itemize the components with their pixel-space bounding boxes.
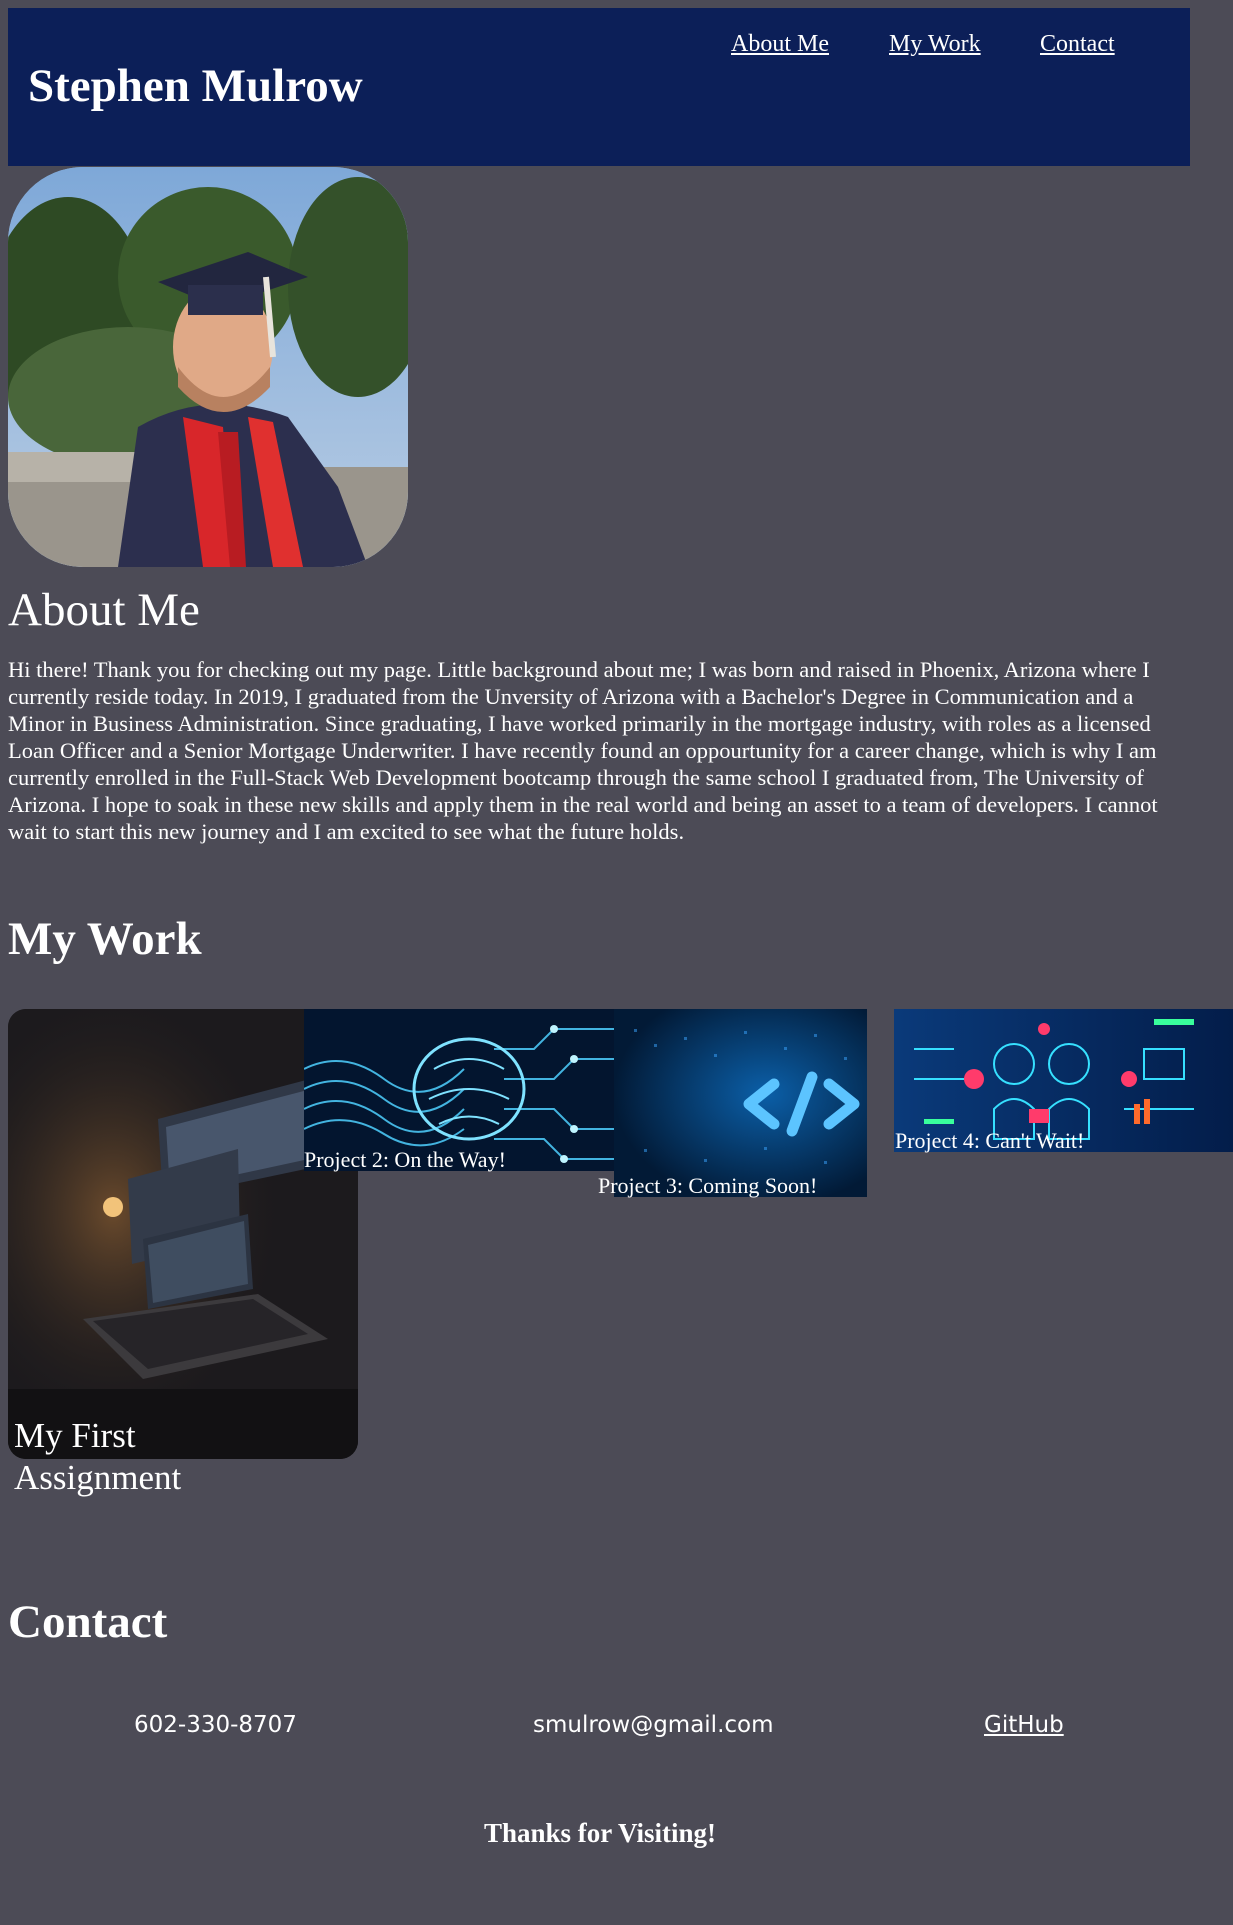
site-header: Stephen Mulrow About Me My Work Contact bbox=[8, 8, 1190, 166]
coding-image bbox=[614, 1009, 867, 1197]
about-heading: About Me bbox=[8, 584, 200, 636]
project-card-3[interactable]: Project 3: Coming Soon! bbox=[598, 1009, 867, 1197]
about-text: Hi there! Thank you for checking out my … bbox=[8, 657, 1158, 844]
profile-photo bbox=[8, 167, 408, 567]
work-heading: My Work bbox=[8, 913, 202, 965]
project-label-4: Project 4: Can't Wait! bbox=[895, 1128, 1085, 1153]
nav-link-work[interactable]: My Work bbox=[889, 30, 981, 59]
site-title: Stephen Mulrow bbox=[28, 60, 363, 112]
project-label-1: My First Assignment bbox=[14, 1416, 182, 1497]
nav-link-about[interactable]: About Me bbox=[731, 30, 829, 59]
project-card-4[interactable]: Project 4: Can't Wait! bbox=[894, 1009, 1233, 1152]
contact-email: smulrow@gmail.com bbox=[533, 1712, 774, 1738]
project-card-2[interactable]: Project 2: On the Way! bbox=[304, 1009, 614, 1171]
contact-phone: 602-330-8707 bbox=[134, 1712, 297, 1738]
nav-link-contact[interactable]: Contact bbox=[1040, 30, 1115, 59]
contact-heading: Contact bbox=[8, 1596, 168, 1648]
footer-text: Thanks for Visiting! bbox=[483, 1818, 717, 1848]
project-label-3: Project 3: Coming Soon! bbox=[598, 1173, 818, 1198]
project-label-2: Project 2: On the Way! bbox=[304, 1147, 506, 1172]
github-link[interactable]: GitHub bbox=[984, 1712, 1064, 1740]
